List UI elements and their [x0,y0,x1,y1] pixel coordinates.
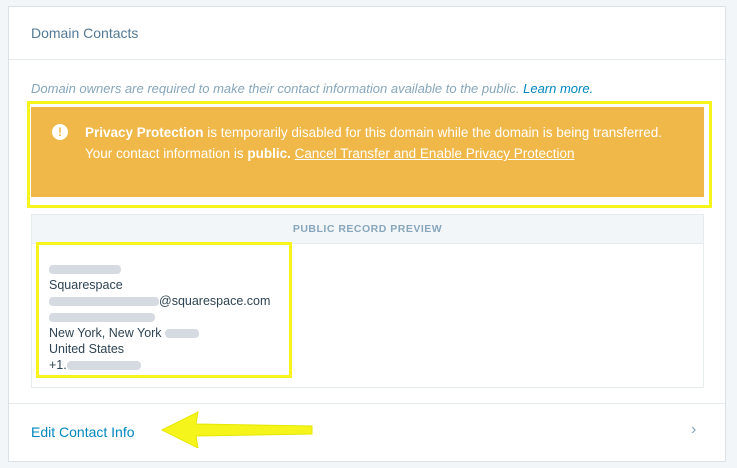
learn-more-link[interactable]: Learn more. [523,81,593,96]
record-company: Squarespace [49,278,123,292]
intro-message: Domain owners are required to make their… [31,81,520,96]
preview-heading: PUBLIC RECORD PREVIEW [32,215,703,244]
record-email-line: @squarespace.com [49,293,270,309]
record-city-line: New York, New York [49,325,270,341]
edit-contact-info-link[interactable]: Edit Contact Info [31,424,135,440]
privacy-warning-notice: ! Privacy Protection is temporarily disa… [31,107,704,197]
notice-bold-public: public. [247,146,291,161]
notice-bold-privacy: Privacy Protection [85,125,204,140]
record-phone-line: +1. [49,357,270,373]
edit-contact-row[interactable]: Edit Contact Info › [9,403,725,461]
exclamation-icon: ! [52,124,68,140]
contact-record: Squarespace @squarespace.com New York, N… [49,261,270,373]
redacted-zip [165,329,200,339]
public-record-preview: PUBLIC RECORD PREVIEW Squarespace @squar… [31,214,704,388]
record-email-suffix: @squarespace.com [159,294,271,308]
annotation-arrow-icon [160,411,313,448]
record-phone-prefix: +1. [49,358,67,372]
redacted-name [49,265,121,275]
record-city: New York, New York [49,326,162,340]
redacted-address [49,313,155,323]
cancel-transfer-link[interactable]: Cancel Transfer and Enable Privacy Prote… [295,146,575,161]
redacted-email-user [49,297,159,307]
intro-text: Domain owners are required to make their… [31,81,593,96]
record-name-line [49,261,270,277]
redacted-phone [66,361,141,371]
record-address-line [49,309,270,325]
record-country: United States [49,342,125,356]
domain-contacts-card: Domain Contacts Domain owners are requir… [8,6,726,462]
card-title: Domain Contacts [9,7,725,60]
chevron-right-icon[interactable]: › [691,421,696,439]
